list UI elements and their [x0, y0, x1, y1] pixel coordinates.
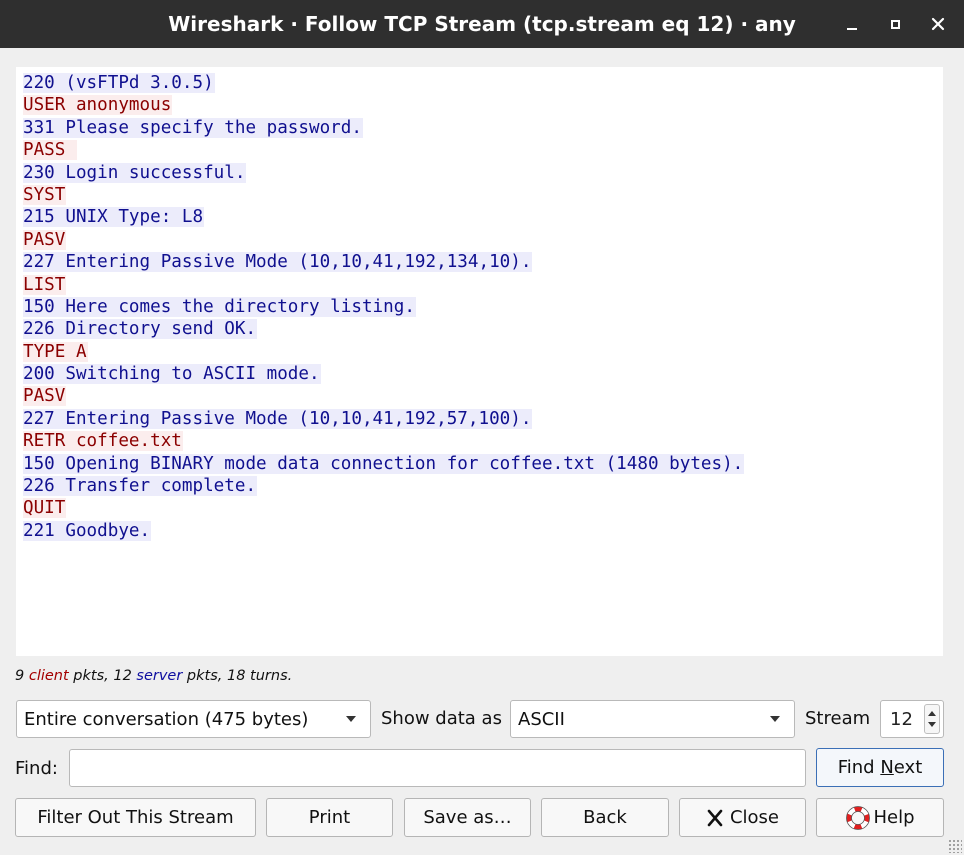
- server-stream-line: 220 (vsFTPd 3.0.5): [23, 72, 943, 94]
- client-stream-line: PASV: [23, 229, 943, 251]
- spin-up-icon[interactable]: [928, 711, 936, 716]
- server-stream-line: 226 Transfer complete.: [23, 475, 943, 497]
- show-data-as-label: Show data as: [381, 708, 502, 729]
- stream-line-text: PASS: [23, 140, 77, 161]
- server-stream-line: 226 Directory send OK.: [23, 318, 943, 340]
- server-stream-line: 150 Here comes the directory listing.: [23, 296, 943, 318]
- server-stream-line: 227 Entering Passive Mode (10,10,41,192,…: [23, 408, 943, 430]
- save-as-button[interactable]: Save as…: [404, 798, 531, 837]
- close-icon: [931, 17, 945, 31]
- client-stream-line: TYPE A: [23, 341, 943, 363]
- close-label: Close: [729, 807, 780, 828]
- title-bar[interactable]: Wireshark · Follow TCP Stream (tcp.strea…: [0, 0, 964, 48]
- x-icon: [707, 809, 723, 826]
- stream-line-text: 227 Entering Passive Mode (10,10,41,192,…: [23, 408, 533, 429]
- server-stream-line: 227 Entering Passive Mode (10,10,41,192,…: [23, 251, 943, 273]
- client-stream-line: USER anonymous: [23, 94, 943, 116]
- stream-line-text: 331 Please specify the password.: [23, 117, 363, 138]
- print-button[interactable]: Print: [266, 798, 393, 837]
- conversation-select[interactable]: Entire conversation (475 bytes): [16, 700, 371, 738]
- stream-label: Stream: [805, 708, 871, 729]
- minimize-icon: [847, 28, 857, 30]
- server-stream-line: 230 Login successful.: [23, 162, 943, 184]
- find-label: Find:: [15, 758, 58, 779]
- stream-line-text: 221 Goodbye.: [23, 520, 152, 541]
- server-stream-line: 331 Please specify the password.: [23, 117, 943, 139]
- stream-line-text: SYST: [23, 184, 67, 205]
- find-next-label: Find Next: [837, 757, 923, 778]
- stream-line-text: USER anonymous: [23, 95, 173, 116]
- stream-stats: 9 client pkts, 12 server pkts, 18 turns.: [15, 668, 292, 684]
- stream-line-text: LIST: [23, 274, 67, 295]
- back-label: Back: [583, 807, 627, 828]
- stream-line-text: QUIT: [23, 498, 67, 519]
- print-label: Print: [308, 807, 351, 828]
- find-next-button[interactable]: Find Next: [816, 748, 944, 787]
- window-title: Wireshark · Follow TCP Stream (tcp.strea…: [168, 12, 796, 36]
- client-stream-line: RETR coffee.txt: [23, 430, 943, 452]
- close-button[interactable]: Close: [679, 798, 806, 837]
- stream-line-text: 226 Transfer complete.: [23, 476, 258, 497]
- stream-line-text: PASV: [23, 386, 67, 407]
- spin-down-icon[interactable]: [928, 722, 936, 727]
- stream-line-text: 200 Switching to ASCII mode.: [23, 364, 321, 385]
- stream-number-value: 12: [890, 709, 913, 730]
- stream-line-text: 230 Login successful.: [23, 162, 247, 183]
- client-label: client: [28, 668, 69, 684]
- help-label: Help: [873, 807, 915, 828]
- server-stream-line: 215 UNIX Type: L8: [23, 206, 943, 228]
- help-button[interactable]: Help: [816, 798, 944, 837]
- stream-line-text: 227 Entering Passive Mode (10,10,41,192,…: [23, 252, 533, 273]
- back-button[interactable]: Back: [541, 798, 669, 837]
- stream-line-text: 150 Here comes the directory listing.: [23, 296, 416, 317]
- stream-number-spinbox[interactable]: 12: [880, 700, 944, 738]
- server-label: server: [136, 668, 183, 684]
- stream-line-text: TYPE A: [23, 341, 88, 362]
- server-stream-line: 200 Switching to ASCII mode.: [23, 363, 943, 385]
- show-data-as-value: ASCII: [518, 708, 565, 730]
- stream-line-text: PASV: [23, 229, 67, 250]
- close-window-button[interactable]: [924, 10, 952, 38]
- chevron-down-icon: [346, 716, 356, 722]
- server-stream-line: 150 Opening BINARY mode data connection …: [23, 453, 943, 475]
- maximize-icon: [890, 19, 900, 29]
- stats-tail: pkts, 18 turns.: [186, 668, 293, 684]
- client-stream-line: LIST: [23, 274, 943, 296]
- show-data-as-select[interactable]: ASCII: [510, 700, 795, 738]
- server-stream-line: 221 Goodbye.: [23, 520, 943, 542]
- stream-line-text: 226 Directory send OK.: [23, 319, 258, 340]
- stats-middle: pkts, 12: [73, 668, 132, 684]
- stream-line-text: 215 UNIX Type: L8: [23, 207, 205, 228]
- stream-content-area[interactable]: 220 (vsFTPd 3.0.5) USER anonymous 331 Plea…: [16, 67, 943, 656]
- spin-arrows[interactable]: [924, 704, 940, 734]
- minimize-button[interactable]: [838, 10, 866, 38]
- client-stream-line: PASS: [23, 139, 943, 161]
- save-as-label: Save as…: [423, 807, 512, 828]
- chevron-down-icon: [770, 716, 780, 722]
- client-stream-line: SYST: [23, 184, 943, 206]
- client-pkt-count: 9: [15, 668, 25, 684]
- find-input[interactable]: [69, 749, 806, 787]
- follow-tcp-stream-window: Wireshark · Follow TCP Stream (tcp.strea…: [0, 0, 964, 855]
- stream-line-text: RETR coffee.txt: [23, 431, 183, 452]
- client-stream-line: QUIT: [23, 497, 943, 519]
- filter-out-stream-label: Filter Out This Stream: [37, 807, 234, 828]
- maximize-button[interactable]: [881, 10, 909, 38]
- resize-grip[interactable]: [948, 839, 962, 853]
- stream-line-text: 150 Opening BINARY mode data connection …: [23, 453, 745, 474]
- stream-line-text: 220 (vsFTPd 3.0.5): [23, 73, 215, 93]
- filter-out-stream-button[interactable]: Filter Out This Stream: [15, 798, 256, 837]
- conversation-select-value: Entire conversation (475 bytes): [24, 708, 309, 730]
- client-stream-line: PASV: [23, 385, 943, 407]
- lifebuoy-icon: [846, 805, 871, 830]
